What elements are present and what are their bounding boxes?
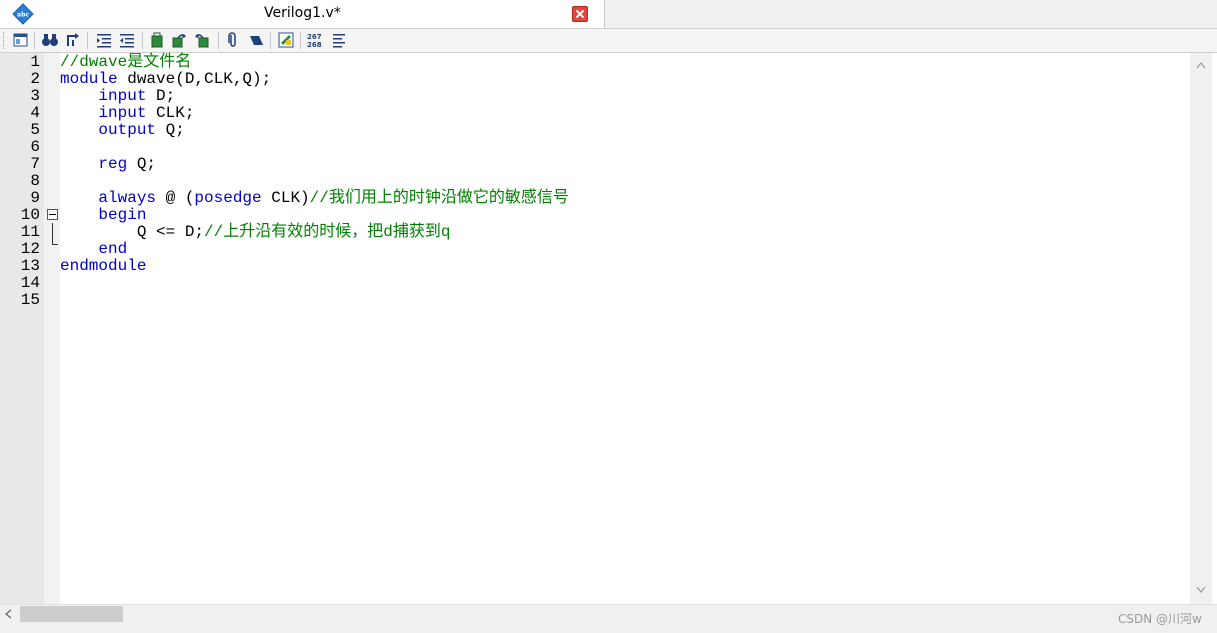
code-text: Q; [127, 155, 157, 173]
code-line[interactable]: always @ (posedge CLK)//我们用上的时钟沿做它的敏感信号 [60, 189, 569, 207]
code-line[interactable]: Q <= D;//上升沿有效的时候，把d捕获到q [60, 223, 451, 241]
window-layout-icon[interactable] [12, 31, 30, 49]
close-tab-button[interactable] [572, 6, 588, 22]
line-number: 2 [30, 70, 40, 88]
toolbar-separator [270, 32, 271, 49]
app-logo-icon: abc [12, 3, 34, 25]
code-keyword: end [98, 240, 128, 258]
code-line[interactable]: input D; [60, 88, 175, 105]
line-number: 5 [30, 121, 40, 139]
horizontal-scrollbar[interactable] [0, 604, 1217, 623]
toolbar: 267 268 [0, 29, 1217, 53]
line-number: 14 [20, 274, 40, 292]
find-next-icon[interactable] [63, 31, 81, 49]
code-keyword: input [98, 87, 147, 105]
toolbar-separator [218, 32, 219, 49]
line-number: 6 [30, 138, 40, 156]
line-number: 9 [30, 189, 40, 207]
code-keyword: module [60, 70, 118, 88]
code-comment: //上升沿有效的时候，把d捕获到q [204, 223, 451, 241]
line-number: 7 [30, 155, 40, 173]
code-text: @ ( [156, 189, 195, 207]
app-logo-text: abc [17, 12, 29, 19]
code-keyword: begin [98, 206, 147, 224]
tab-verilog1[interactable]: abc Verilog1.v* [0, 0, 605, 28]
toolbar-separator [87, 32, 88, 49]
fold-range-line [52, 223, 53, 245]
column-select-icon[interactable] [277, 31, 295, 49]
scroll-down-icon[interactable] [1196, 586, 1206, 594]
code-line[interactable]: endmodule [60, 258, 146, 275]
line-number: 11 [20, 223, 40, 241]
toolbar-separator [34, 32, 35, 49]
code-line[interactable]: input CLK; [60, 105, 194, 122]
code-comment: //dwave是文件名 [60, 53, 192, 71]
marker-icon[interactable] [247, 31, 265, 49]
code-text: D; [146, 87, 176, 105]
code-comment: //我们用上的时钟沿做它的敏感信号 [309, 189, 569, 207]
horizontal-scroll-thumb[interactable] [20, 606, 123, 622]
code-keyword: reg [98, 155, 128, 173]
code-line[interactable]: begin [60, 207, 146, 224]
line-number: 15 [20, 291, 40, 309]
line-number: 1 [30, 53, 40, 71]
bookmark-next-icon[interactable] [193, 31, 211, 49]
line-number: 8 [30, 172, 40, 190]
fold-range-end [52, 244, 58, 245]
bookmark-prev-icon[interactable] [170, 31, 188, 49]
status-bar [0, 622, 1217, 633]
code-text: Q <= D; [60, 223, 205, 241]
code-keyword: output [98, 121, 157, 139]
tab-title: Verilog1.v* [264, 5, 341, 21]
watermark: CSDN @川河w [1118, 612, 1202, 626]
indent-icon[interactable] [95, 31, 113, 49]
line-number: 10 [20, 206, 40, 224]
line-number-gutter: 1 2 3 4 5 6 7 8 9 10 11 12 13 14 15 [0, 53, 44, 604]
line-number: 13 [20, 257, 40, 275]
code-line[interactable]: end [60, 241, 127, 258]
line-number-icon-bottom: 268 [307, 41, 322, 49]
toolbar-separator [300, 32, 301, 49]
fold-collapse-icon[interactable] [47, 209, 58, 220]
code-line[interactable]: output Q; [60, 121, 185, 139]
code-text: dwave(D,CLK,Q); [117, 70, 272, 88]
code-keyword: posedge [194, 189, 262, 207]
code-text: CLK) [261, 189, 310, 207]
toolbar-grip[interactable] [3, 32, 7, 49]
outdent-icon[interactable] [118, 31, 136, 49]
code-keyword: input [98, 104, 147, 122]
tab-bar: abc Verilog1.v* [0, 0, 1217, 29]
code-text: Q; [156, 121, 185, 139]
code-keyword: endmodule [60, 257, 147, 275]
line-number-icon[interactable]: 267 268 [306, 31, 324, 49]
code-editor[interactable]: 1 2 3 4 5 6 7 8 9 10 11 12 13 14 15 //dwave是文件名 module … [0, 53, 1217, 604]
word-wrap-icon[interactable] [330, 31, 348, 49]
code-line[interactable]: reg Q; [60, 156, 156, 173]
scroll-left-icon[interactable] [4, 609, 12, 619]
bookmark-icon[interactable] [148, 31, 166, 49]
binoculars-icon[interactable] [41, 31, 59, 49]
code-line[interactable]: //dwave是文件名 [60, 54, 191, 71]
code-text: CLK; [146, 104, 195, 122]
toolbar-separator [142, 32, 143, 49]
code-keyword: always [98, 189, 157, 207]
code-line[interactable]: module dwave(D,CLK,Q); [60, 71, 271, 88]
line-number: 12 [20, 240, 40, 258]
line-number-icon-top: 267 [307, 33, 322, 41]
vertical-scrollbar[interactable] [1190, 53, 1212, 604]
line-number: 4 [30, 104, 40, 122]
scroll-up-icon[interactable] [1196, 61, 1206, 69]
paperclip-icon[interactable] [224, 31, 242, 49]
fold-margin [44, 53, 60, 604]
line-number: 3 [30, 87, 40, 105]
